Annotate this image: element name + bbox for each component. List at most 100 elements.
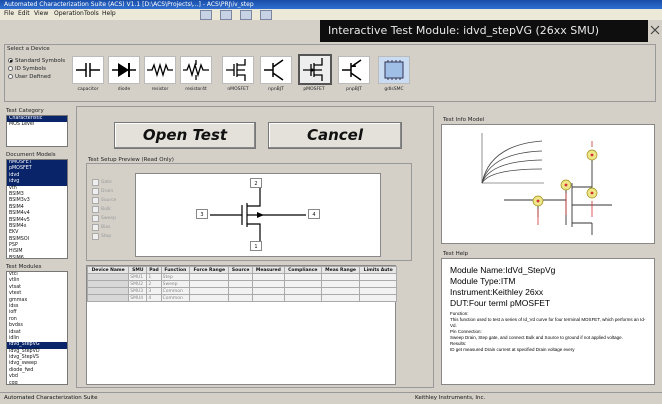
close-icon[interactable] — [650, 22, 660, 38]
resistor4t-icon — [183, 60, 209, 80]
table-cell[interactable] — [251, 280, 285, 288]
device-npnbjt[interactable] — [260, 56, 292, 84]
table-cell[interactable]: SMU4 — [128, 294, 148, 302]
table-cell[interactable]: Common — [160, 287, 191, 295]
table-row[interactable]: SMU4 4 Common — [86, 294, 397, 302]
list-item[interactable]: BSIM6 — [7, 256, 67, 258]
table-cell[interactable] — [359, 273, 397, 281]
run-icon[interactable] — [200, 10, 212, 20]
device-capacitor[interactable] — [72, 56, 104, 84]
device-resistor[interactable] — [144, 56, 176, 84]
checkbox-label: Sweep — [101, 216, 116, 221]
search-icon[interactable] — [260, 10, 272, 20]
document-models-title: Document Models — [6, 152, 56, 158]
device-pnpbjt[interactable] — [338, 56, 370, 84]
test-category-list[interactable]: Characteristic MOS Level — [6, 115, 68, 147]
column-header[interactable]: SMU — [128, 266, 148, 274]
table-cell[interactable] — [251, 294, 285, 302]
table-cell[interactable] — [189, 287, 230, 295]
table-cell[interactable] — [86, 287, 130, 295]
table-cell[interactable] — [320, 273, 361, 281]
status-left: Automated Characterization Suite — [4, 395, 98, 401]
table-cell[interactable] — [359, 280, 397, 288]
table-cell[interactable] — [189, 294, 230, 302]
table-row[interactable]: SMU1 1 Step — [86, 273, 397, 281]
document-models-list[interactable]: nMOSFET pMOSFET idvd idvg vth BSIM3 BSIM3v3 BSI… — [6, 159, 68, 259]
checkbox — [92, 197, 99, 204]
table-cell[interactable]: Sweep — [160, 280, 191, 288]
table-icon[interactable] — [240, 10, 252, 20]
table-row[interactable]: SMU3 3 Common — [86, 287, 397, 295]
test-modules-list[interactable]: vtci vtlin vtsat vtext gmmax idss ioff ron bvdss… — [6, 271, 68, 385]
table-cell[interactable] — [283, 287, 322, 295]
table-cell[interactable] — [228, 280, 253, 288]
table-cell[interactable] — [86, 294, 130, 302]
device-diode[interactable] — [108, 56, 140, 84]
radio-standard-symbols[interactable] — [8, 58, 13, 63]
title-bar: Automated Characterization Suite (ACS) V… — [0, 0, 662, 9]
table-cell[interactable]: SMU3 — [128, 287, 148, 295]
device-gdissmc[interactable] — [378, 56, 410, 84]
table-cell[interactable] — [251, 273, 285, 281]
table-cell[interactable]: 3 — [146, 287, 162, 295]
column-header[interactable]: Meas Range — [320, 266, 361, 274]
table-cell[interactable] — [283, 273, 322, 281]
table-cell[interactable] — [189, 273, 230, 281]
table-cell[interactable]: SMU2 — [128, 280, 148, 288]
table-cell[interactable] — [359, 294, 397, 302]
idvd-curve-thumbnail — [481, 133, 612, 235]
table-cell[interactable] — [86, 273, 130, 281]
table-cell[interactable]: SMU1 — [128, 273, 148, 281]
table-cell[interactable]: 2 — [146, 280, 162, 288]
checkbox-label: Gate — [101, 180, 112, 185]
device-label: pnpBJT — [346, 87, 362, 92]
table-cell[interactable] — [283, 294, 322, 302]
column-header[interactable]: Function — [160, 266, 191, 274]
disk-icon[interactable] — [220, 10, 232, 20]
table-cell[interactable] — [320, 287, 361, 295]
device-nmosfet[interactable] — [222, 56, 254, 84]
table-cell[interactable]: 1 — [146, 273, 162, 281]
menu-view[interactable]: View — [34, 10, 48, 17]
column-header[interactable]: Compliance — [283, 266, 322, 274]
table-cell[interactable] — [228, 294, 253, 302]
table-cell[interactable] — [86, 280, 130, 288]
radio-id-symbols[interactable] — [8, 66, 13, 71]
table-cell[interactable] — [359, 287, 397, 295]
menu-file[interactable]: File — [4, 10, 14, 17]
menu-tools[interactable]: Tools — [84, 10, 99, 17]
table-cell[interactable]: Step — [160, 273, 191, 281]
table-cell[interactable] — [320, 294, 361, 302]
column-header[interactable]: Pad — [146, 266, 162, 274]
table-cell[interactable]: 4 — [146, 294, 162, 302]
table-row[interactable]: SMU2 2 Sweep — [86, 280, 397, 288]
device-resistor4t[interactable] — [180, 56, 212, 84]
smu-table: Device Name SMU Pad Function Force Range Sour… — [86, 266, 397, 302]
column-header[interactable]: Device Name — [86, 266, 130, 274]
column-header[interactable]: Source — [228, 266, 253, 274]
column-header[interactable]: Measured — [251, 266, 285, 274]
list-item[interactable]: MOS Level — [7, 122, 67, 128]
table-cell[interactable] — [189, 280, 230, 288]
menu-operation[interactable]: Operation — [54, 10, 84, 17]
column-header[interactable]: Force Range — [189, 266, 230, 274]
list-item[interactable]: cgg — [7, 381, 67, 384]
cancel-button[interactable]: Cancel — [268, 122, 402, 149]
device-pmosfet[interactable] — [298, 54, 332, 85]
table-cell[interactable] — [320, 280, 361, 288]
table-cell[interactable]: Common — [160, 294, 191, 302]
menu-edit[interactable]: Edit — [18, 10, 30, 17]
table-cell[interactable] — [283, 280, 322, 288]
pin-checkbox-row: Sweep — [92, 214, 128, 223]
chip-icon — [384, 60, 404, 80]
help-module-name: Module Name:IdVd_StepVg — [450, 265, 556, 275]
table-cell[interactable] — [228, 273, 253, 281]
radio-user-defined[interactable] — [8, 74, 13, 79]
menu-help[interactable]: Help — [102, 10, 116, 17]
column-header[interactable]: Limits Auto — [359, 266, 397, 274]
table-cell[interactable] — [228, 287, 253, 295]
radio-label: ID Symbols — [15, 66, 46, 72]
open-test-button[interactable]: Open Test — [114, 122, 256, 149]
test-info-title: Test Info Model — [443, 117, 485, 123]
table-cell[interactable] — [251, 287, 285, 295]
